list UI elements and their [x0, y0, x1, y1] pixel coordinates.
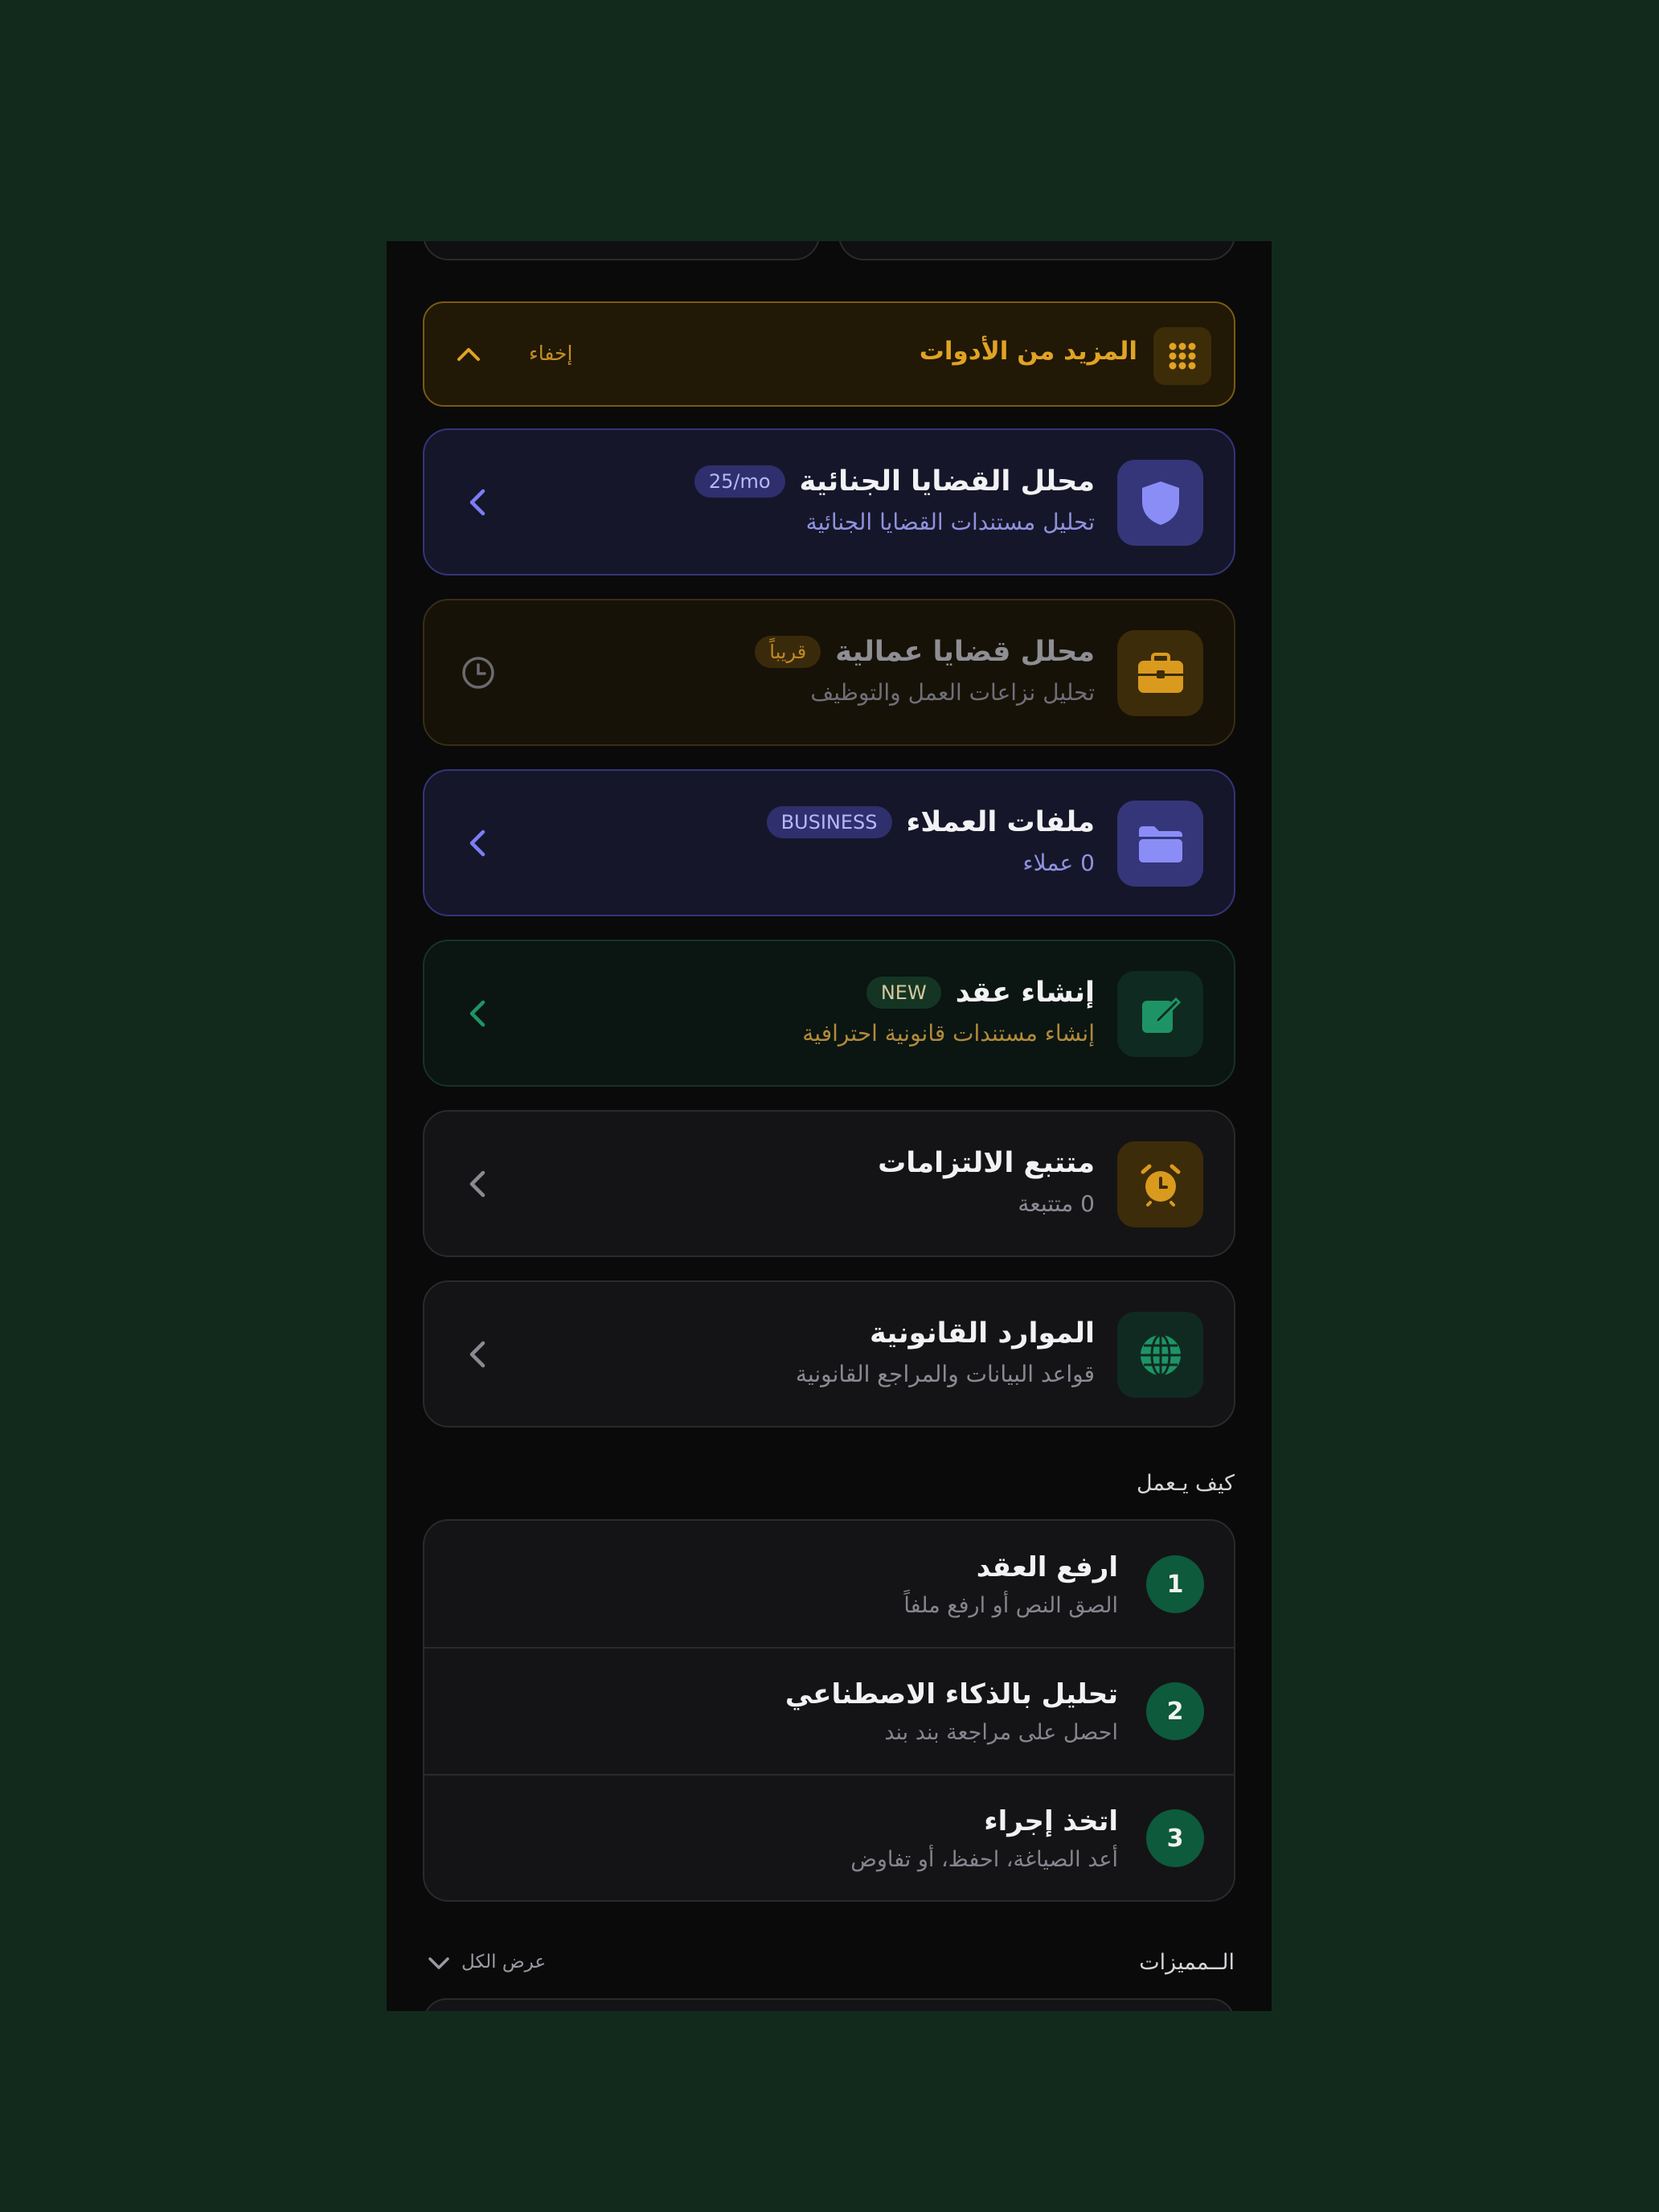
tool-card-clients[interactable]: ملفات العملاء BUSINESS 0 عملاء	[423, 769, 1235, 916]
how-it-works-title: كيف يـعمل	[1136, 1471, 1235, 1496]
tool-subtitle: إنشاء مستندات قانونية احترافية	[802, 1020, 1095, 1047]
tool-title: الموارد القانونية	[869, 1317, 1095, 1350]
clock-icon	[462, 657, 494, 689]
tool-subtitle: تحليل نزاعات العمل والتوظيف	[810, 679, 1095, 706]
tool-card-contract[interactable]: إنشاء عقد NEW إنشاء مستندات قانونية احتر…	[423, 940, 1235, 1087]
step-number: 2	[1146, 1682, 1204, 1740]
usage-badge: 25/mo	[694, 465, 785, 498]
step-title: اتخذ إجراء	[984, 1805, 1118, 1837]
app-screen: المزيد من الأدوات إخفاء محلل القضايا الج…	[387, 241, 1272, 2011]
chevron-left-icon[interactable]	[461, 825, 496, 861]
step-item: 2 تحليل بالذكاء الاصطناعي احصل على مراجع…	[424, 1648, 1234, 1775]
features-title: الــمميزات	[1139, 1950, 1235, 1975]
grid-dots-icon	[1153, 327, 1211, 385]
hide-button-label[interactable]: إخفاء	[529, 342, 572, 365]
tool-subtitle: تحليل مستندات القضايا الجنائية	[805, 509, 1095, 535]
top-card-left[interactable]	[423, 241, 820, 260]
tool-title: محلل القضايا الجنائية	[799, 465, 1095, 498]
how-it-works-list: 1 ارفع العقد الصق النص أو ارفع ملفاً 2 ت…	[423, 1519, 1235, 1902]
top-card-right[interactable]	[838, 241, 1235, 260]
step-title: تحليل بالذكاء الاصطناعي	[784, 1678, 1118, 1710]
tool-card-obligations[interactable]: متتبع الالتزامات 0 متتبعة	[423, 1110, 1235, 1257]
chevron-left-icon[interactable]	[461, 485, 496, 520]
coming-soon-badge: قريباً	[755, 636, 821, 668]
tool-subtitle: 0 عملاء	[1022, 850, 1096, 876]
new-badge: NEW	[866, 977, 941, 1009]
step-number: 3	[1146, 1809, 1204, 1867]
alarm-clock-icon	[1117, 1141, 1203, 1227]
view-all-link[interactable]: عرض الكل	[461, 1952, 546, 1972]
tool-card-criminal[interactable]: محلل القضايا الجنائية 25/mo تحليل مستندا…	[423, 428, 1235, 576]
briefcase-icon	[1117, 630, 1203, 716]
chevron-left-icon[interactable]	[461, 1337, 496, 1372]
business-badge: BUSINESS	[766, 806, 892, 838]
step-subtitle: احصل على مراجعة بند بند	[884, 1720, 1118, 1745]
tool-title: متتبع الالتزامات	[878, 1147, 1095, 1179]
chevron-down-icon[interactable]	[425, 1950, 453, 1977]
features-card[interactable]	[423, 1998, 1235, 2011]
step-number: 1	[1146, 1555, 1204, 1613]
tool-title: ملفات العملاء	[906, 806, 1095, 838]
tool-subtitle: 0 متتبعة	[1018, 1190, 1095, 1217]
step-subtitle: الصق النص أو ارفع ملفاً	[903, 1593, 1118, 1618]
shield-icon	[1117, 460, 1203, 546]
step-subtitle: أعد الصياغة، احفظ، أو تفاوض	[850, 1847, 1118, 1872]
step-item: 3 اتخذ إجراء أعد الصياغة، احفظ، أو تفاوض	[424, 1775, 1234, 1902]
more-tools-header[interactable]: المزيد من الأدوات إخفاء	[423, 301, 1235, 407]
tool-title: إنشاء عقد	[955, 977, 1095, 1009]
step-item: 1 ارفع العقد الصق النص أو ارفع ملفاً	[424, 1521, 1234, 1648]
chevron-left-icon[interactable]	[461, 996, 496, 1031]
tool-card-labor[interactable]: محلل قضايا عمالية قريباً تحليل نزاعات ال…	[423, 599, 1235, 746]
more-tools-title: المزيد من الأدوات	[919, 337, 1137, 366]
step-title: ارفع العقد	[976, 1551, 1118, 1583]
tool-subtitle: قواعد البيانات والمراجع القانونية	[795, 1361, 1095, 1387]
chevron-left-icon[interactable]	[461, 1166, 496, 1202]
tool-title: محلل قضايا عمالية	[835, 636, 1095, 668]
edit-icon	[1117, 971, 1203, 1057]
folder-icon	[1117, 801, 1203, 887]
tool-card-resources[interactable]: الموارد القانونية قواعد البيانات والمراج…	[423, 1280, 1235, 1428]
globe-icon	[1117, 1312, 1203, 1398]
chevron-up-icon[interactable]	[453, 338, 485, 371]
